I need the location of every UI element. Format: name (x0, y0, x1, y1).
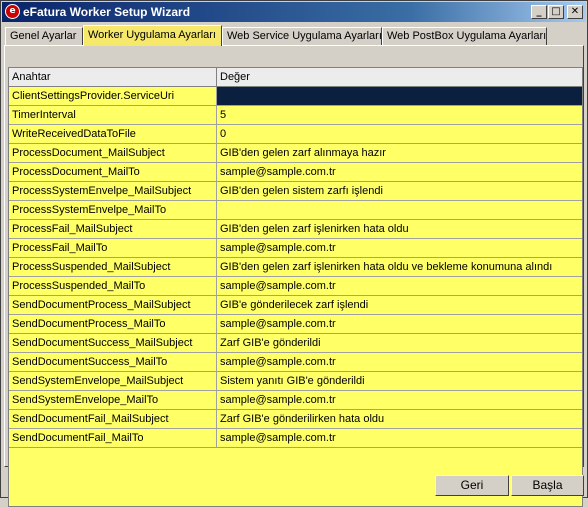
value-cell[interactable]: sample@sample.com.tr (217, 429, 582, 447)
table-row[interactable]: ProcessSuspended_MailSubject GIB'den gele… (9, 258, 582, 277)
table-row[interactable]: SendDocumentFail_MailSubject Zarf GIB'e g… (9, 410, 582, 429)
table-row[interactable]: ProcessSuspended_MailTo sample@sample.com… (9, 277, 582, 296)
table-row[interactable]: SendSystemEnvelope_MailSubject Sistem yan… (9, 372, 582, 391)
table-row[interactable]: TimerInterval 5 (9, 106, 582, 125)
back-button[interactable]: Geri (435, 475, 509, 496)
key-cell: ProcessDocument_MailTo (9, 163, 217, 181)
table-row[interactable]: ProcessDocument_MailTo sample@sample.com.… (9, 163, 582, 182)
value-cell[interactable]: GIB'den gelen zarf işlenirken hata oldu … (217, 258, 582, 276)
value-cell[interactable]: 5 (217, 106, 582, 124)
table-row[interactable]: ProcessDocument_MailSubject GIB'den gelen… (9, 144, 582, 163)
key-cell: ProcessSuspended_MailTo (9, 277, 217, 295)
start-button[interactable]: Başla (511, 475, 584, 496)
key-cell: SendDocumentProcess_MailTo (9, 315, 217, 333)
title-bar[interactable]: e eFatura Worker Setup Wizard _ □ ✕ (2, 2, 586, 22)
grid-header: Anahtar Değer (9, 68, 582, 87)
table-row[interactable]: SendSystemEnvelope_MailTo sample@sample.c… (9, 391, 582, 410)
value-cell[interactable] (217, 87, 582, 105)
minimize-button[interactable]: _ (531, 5, 547, 19)
key-cell: SendDocumentSuccess_MailTo (9, 353, 217, 371)
table-row[interactable]: SendDocumentSuccess_MailSubject Zarf GIB'… (9, 334, 582, 353)
key-cell: ProcessSystemEnvelpe_MailTo (9, 201, 217, 219)
key-cell: SendDocumentSuccess_MailSubject (9, 334, 217, 352)
key-cell: ProcessFail_MailSubject (9, 220, 217, 238)
value-cell[interactable]: Zarf GIB'e gönderildi (217, 334, 582, 352)
tab-worker-uygulama-ayarlari[interactable]: Worker Uygulama Ayarları (83, 25, 222, 46)
tab-web-service-uygulama-ayarlari[interactable]: Web Service Uygulama Ayarları (222, 27, 382, 45)
key-cell: SendDocumentProcess_MailSubject (9, 296, 217, 314)
app-icon: e (5, 4, 20, 19)
column-header-anahtar[interactable]: Anahtar (9, 68, 217, 86)
value-cell[interactable]: sample@sample.com.tr (217, 163, 582, 181)
value-cell[interactable]: 0 (217, 125, 582, 143)
table-row[interactable]: ClientSettingsProvider.ServiceUri (9, 87, 582, 106)
tab-genel-ayarlar[interactable]: Genel Ayarlar (5, 27, 83, 45)
key-cell: ClientSettingsProvider.ServiceUri (9, 87, 217, 105)
tab-web-postbox-uygulama-ayarlari[interactable]: Web PostBox Uygulama Ayarları (382, 27, 547, 45)
value-cell[interactable]: GIB'den gelen zarf alınmaya hazır (217, 144, 582, 162)
key-cell: SendSystemEnvelope_MailTo (9, 391, 217, 409)
settings-grid[interactable]: Anahtar Değer ClientSettingsProvider.Ser… (8, 67, 583, 507)
table-row[interactable]: SendDocumentFail_MailTo sample@sample.com… (9, 429, 582, 448)
value-cell[interactable]: sample@sample.com.tr (217, 391, 582, 409)
key-cell: SendDocumentFail_MailTo (9, 429, 217, 447)
value-cell[interactable]: Zarf GIB'e gönderilirken hata oldu (217, 410, 582, 428)
table-row[interactable]: ProcessSystemEnvelpe_MailTo (9, 201, 582, 220)
value-cell[interactable]: sample@sample.com.tr (217, 353, 582, 371)
column-header-deger[interactable]: Değer (217, 68, 582, 86)
table-row[interactable]: SendDocumentProcess_MailSubject GIB'e gön… (9, 296, 582, 315)
table-row[interactable]: WriteReceivedDataToFile 0 (9, 125, 582, 144)
table-row[interactable]: SendDocumentProcess_MailTo sample@sample.… (9, 315, 582, 334)
wizard-window: e eFatura Worker Setup Wizard _ □ ✕ Gene… (0, 0, 588, 507)
tab-panel: Anahtar Değer ClientSettingsProvider.Ser… (4, 45, 584, 507)
close-button[interactable]: ✕ (567, 5, 583, 19)
key-cell: ProcessFail_MailTo (9, 239, 217, 257)
key-cell: SendSystemEnvelope_MailSubject (9, 372, 217, 390)
key-cell: TimerInterval (9, 106, 217, 124)
table-row[interactable]: SendDocumentSuccess_MailTo sample@sample.… (9, 353, 582, 372)
value-cell[interactable]: GIB'den gelen zarf işlenirken hata oldu (217, 220, 582, 238)
value-cell[interactable]: sample@sample.com.tr (217, 277, 582, 295)
key-cell: WriteReceivedDataToFile (9, 125, 217, 143)
value-cell[interactable] (217, 201, 582, 219)
maximize-button[interactable]: □ (548, 5, 564, 19)
table-row[interactable]: ProcessFail_MailTo sample@sample.com.tr (9, 239, 582, 258)
key-cell: SendDocumentFail_MailSubject (9, 410, 217, 428)
value-cell[interactable]: sample@sample.com.tr (217, 239, 582, 257)
table-row[interactable]: ProcessFail_MailSubject GIB'den gelen zar… (9, 220, 582, 239)
key-cell: ProcessDocument_MailSubject (9, 144, 217, 162)
key-cell: ProcessSuspended_MailSubject (9, 258, 217, 276)
value-cell[interactable]: Sistem yanıtı GIB'e gönderildi (217, 372, 582, 390)
table-row[interactable]: ProcessSystemEnvelpe_MailSubject GIB'den … (9, 182, 582, 201)
key-cell: ProcessSystemEnvelpe_MailSubject (9, 182, 217, 200)
value-cell[interactable]: GIB'e gönderilecek zarf işlendi (217, 296, 582, 314)
window-title: eFatura Worker Setup Wizard (23, 5, 191, 19)
value-cell[interactable]: GIB'den gelen sistem zarfı işlendi (217, 182, 582, 200)
value-cell[interactable]: sample@sample.com.tr (217, 315, 582, 333)
